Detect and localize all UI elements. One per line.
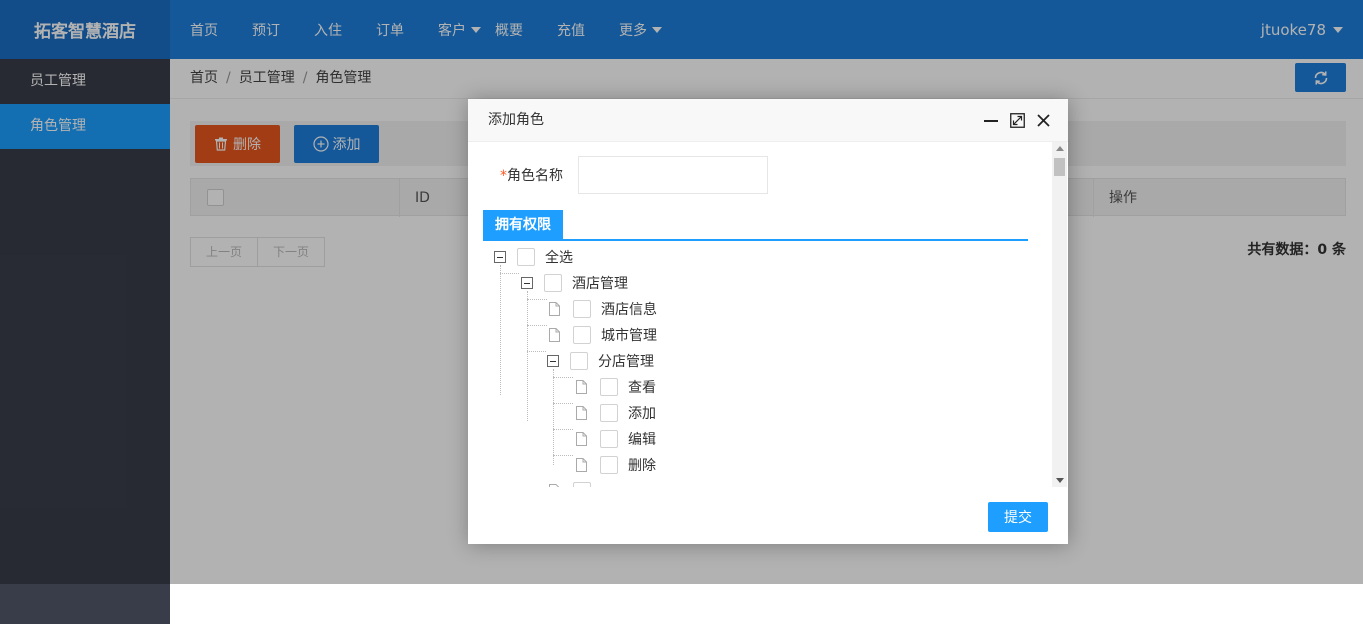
tree-node-branch-mgmt: 分店管理: [547, 348, 654, 374]
tree-node-view: 查看: [576, 374, 656, 400]
file-icon: [549, 484, 560, 487]
city-mgmt-checkbox[interactable]: [573, 326, 591, 344]
tree-connector: [553, 403, 573, 404]
tree-node-delete: 删除: [576, 452, 656, 478]
role-name-input[interactable]: [578, 156, 768, 194]
tree-connector: [527, 351, 546, 352]
scroll-down-icon[interactable]: [1056, 478, 1064, 483]
tree-connector: [527, 325, 547, 326]
dialog-controls: [974, 111, 1052, 129]
minimize-button[interactable]: [982, 111, 1000, 129]
role-name-label: *角色名称: [500, 168, 563, 184]
collapse-toggle[interactable]: [521, 277, 533, 289]
required-mark: *: [500, 168, 507, 184]
submit-button[interactable]: 提交: [988, 502, 1048, 532]
view-checkbox[interactable]: [600, 378, 618, 396]
tree-connector: [500, 273, 519, 274]
close-button[interactable]: [1034, 111, 1052, 129]
role-name-row: *角色名称: [483, 156, 768, 194]
delete-checkbox[interactable]: [600, 456, 618, 474]
file-icon: [576, 432, 587, 446]
tree-connector: [553, 369, 554, 465]
select-all-checkbox[interactable]: [517, 248, 535, 266]
hotel-mgmt-checkbox[interactable]: [544, 274, 562, 292]
file-icon: [576, 406, 587, 420]
file-icon: [576, 380, 587, 394]
collapse-toggle[interactable]: [547, 355, 559, 367]
add-role-dialog: 添加角色 *角色名称 拥有权限 全选 酒店管理 酒店信息 城市管理 分店管理 查…: [468, 99, 1068, 544]
tree-node-select-all: 全选: [494, 244, 573, 270]
dialog-scrollbar[interactable]: [1052, 142, 1067, 487]
partial-node-checkbox[interactable]: [573, 482, 591, 487]
dialog-title: 添加角色: [488, 112, 544, 128]
tree-connector: [553, 455, 573, 456]
scroll-thumb[interactable]: [1054, 158, 1065, 176]
tab-permissions[interactable]: 拥有权限: [483, 210, 563, 241]
tree-connector: [527, 291, 528, 421]
file-icon: [549, 302, 560, 316]
file-icon: [549, 328, 560, 342]
edit-checkbox[interactable]: [600, 430, 618, 448]
tree-node-partial: [549, 478, 601, 487]
tree-node-city-mgmt: 城市管理: [549, 322, 657, 348]
tree-connector: [553, 429, 573, 430]
tree-connector: [553, 377, 573, 378]
permissions-tab-bar: 拥有权限: [483, 210, 1028, 241]
branch-mgmt-checkbox[interactable]: [570, 352, 588, 370]
close-icon: [1036, 113, 1050, 127]
tree-node-edit: 编辑: [576, 426, 656, 452]
tree-node-hotel-info: 酒店信息: [549, 296, 657, 322]
scroll-up-icon[interactable]: [1056, 146, 1064, 151]
file-icon: [576, 458, 587, 472]
tree-node-add: 添加: [576, 400, 656, 426]
maximize-icon: [1009, 112, 1025, 128]
tree-connector: [527, 299, 547, 300]
tree-connector: [500, 265, 501, 395]
maximize-button[interactable]: [1008, 111, 1026, 129]
dialog-body: *角色名称 拥有权限 全选 酒店管理 酒店信息 城市管理 分店管理 查看 添加 …: [468, 142, 1068, 487]
hotel-info-checkbox[interactable]: [573, 300, 591, 318]
add-checkbox[interactable]: [600, 404, 618, 422]
minimize-icon: [984, 120, 998, 122]
footer-area: [170, 584, 1363, 624]
collapse-toggle[interactable]: [494, 251, 506, 263]
tree-node-hotel-mgmt: 酒店管理: [521, 270, 628, 296]
